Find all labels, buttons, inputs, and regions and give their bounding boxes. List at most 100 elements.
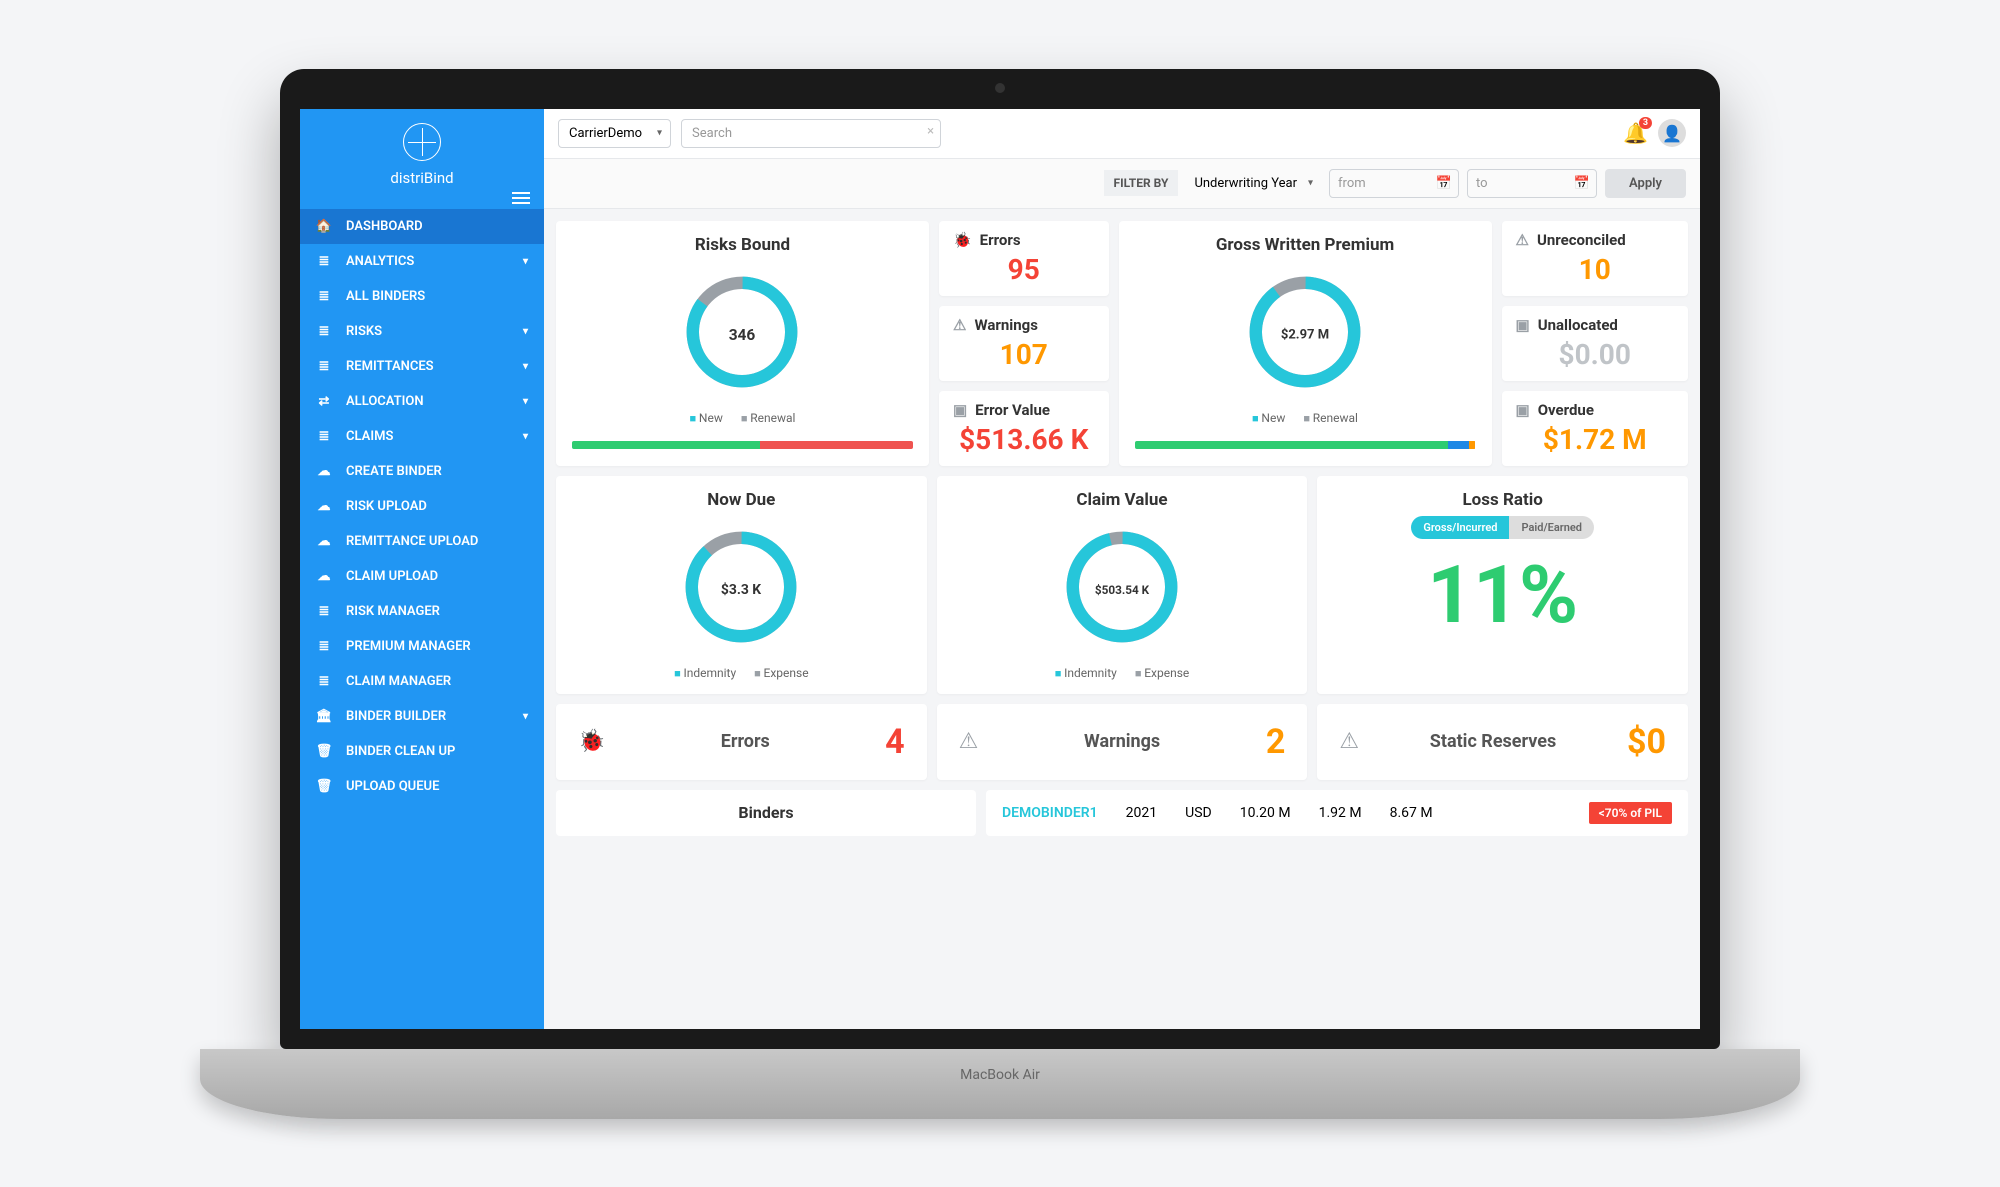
now-due-card: Now Due $3.3 K IndemnityExpense — [556, 476, 927, 694]
sidebar-item-binder-clean-up[interactable]: 🗑BINDER CLEAN UP — [300, 734, 544, 769]
nav-list: 🏠DASHBOARD≣ANALYTICS▾≣ALL BINDERS≣RISKS▾… — [300, 209, 544, 804]
sidebar-item-claims[interactable]: ≣ CLAIMS ▾ — [300, 419, 544, 454]
progress-bar — [1135, 441, 1476, 449]
overdue-card[interactable]: ▣Overdue $1.72 M — [1502, 391, 1689, 466]
screen-bezel: distriBind 🏠DASHBOARD≣ANALYTICS▾≣ALL BIN… — [280, 69, 1720, 1049]
nav-icon: 🗑 — [316, 779, 332, 794]
sidebar-item-upload-queue[interactable]: 🗑 UPLOAD QUEUE — [300, 769, 544, 804]
nav-label: CLAIM MANAGER — [346, 674, 451, 689]
avatar[interactable]: 👤 — [1658, 119, 1686, 147]
brand-name: distriBind — [300, 169, 544, 187]
menu-toggle-icon[interactable] — [300, 193, 544, 209]
sidebar-item-dashboard[interactable]: 🏠DASHBOARD — [300, 209, 544, 244]
laptop-model: MacBook Air — [960, 1067, 1040, 1083]
warning-icon: ⚠ — [959, 729, 979, 754]
warnings-value: 107 — [953, 338, 1095, 371]
apply-button[interactable]: Apply — [1605, 169, 1686, 198]
filter-bar: FILTER BY Underwriting Year ▾ from 📅 to … — [544, 159, 1700, 209]
nav-icon: ☁ — [316, 464, 332, 479]
errors-value: 95 — [953, 253, 1095, 286]
loss-ratio-value: 11% — [1333, 555, 1672, 635]
nav-label: ALL BINDERS — [346, 289, 425, 304]
clear-icon[interactable]: × — [927, 124, 934, 139]
sidebar-item-remittance-upload[interactable]: ☁REMITTANCE UPLOAD — [300, 524, 544, 559]
legend: New Renewal — [572, 411, 913, 425]
sidebar: distriBind 🏠DASHBOARD≣ANALYTICS▾≣ALL BIN… — [300, 109, 544, 1029]
sidebar-item-create-binder[interactable]: ☁CREATE BINDER — [300, 454, 544, 489]
calendar-icon: 📅 — [1436, 176, 1452, 191]
errors-card[interactable]: 🐞Errors 95 — [939, 221, 1109, 296]
nav-icon: ≣ — [316, 289, 332, 304]
nav-icon: ≣ — [316, 639, 332, 654]
sidebar-item-remittances[interactable]: ≣REMITTANCES▾ — [300, 349, 544, 384]
sidebar-item-all-binders[interactable]: ≣ ALL BINDERS — [300, 279, 544, 314]
sidebar-item-allocation[interactable]: ⇄ALLOCATION▾ — [300, 384, 544, 419]
sidebar-item-risk-upload[interactable]: ☁RISK UPLOAD — [300, 489, 544, 524]
nav-icon: ≣ — [316, 254, 332, 269]
binder-link[interactable]: DEMOBINDER1 — [1002, 805, 1098, 821]
gwp-card: Gross Written Premium $2.97 M New — [1119, 221, 1492, 466]
binder-list-item[interactable]: DEMOBINDER1 2021 USD 10.20 M 1.92 M 8.67… — [986, 790, 1688, 836]
nav-icon: 🏠 — [316, 219, 332, 234]
unallocated-card[interactable]: ▣Unallocated $0.00 — [1502, 306, 1689, 381]
date-from-input[interactable]: from 📅 — [1329, 169, 1459, 198]
legend: New Renewal — [1135, 411, 1476, 425]
chevron-down-icon: ▾ — [523, 431, 528, 442]
nav-icon: ≣ — [316, 674, 332, 689]
warning-icon: ⚠ — [953, 316, 966, 334]
tenant-select[interactable]: CarrierDemo ▾ — [558, 119, 671, 148]
chevron-down-icon: ▾ — [657, 128, 662, 139]
sidebar-item-risks[interactable]: ≣RISKS▾ — [300, 314, 544, 349]
notifications-button[interactable]: 🔔 3 — [1623, 121, 1648, 145]
nav-icon: 🏛 — [316, 709, 332, 724]
nav-icon: ☁ — [316, 569, 332, 584]
summary-errors[interactable]: 🐞 Errors 4 — [556, 704, 927, 780]
sidebar-item-binder-builder[interactable]: 🏛BINDER BUILDER▾ — [300, 699, 544, 734]
sidebar-item-risk-manager[interactable]: ≣ RISK MANAGER — [300, 594, 544, 629]
sidebar-item-premium-manager[interactable]: ≣PREMIUM MANAGER — [300, 629, 544, 664]
nav-icon: 🗑 — [316, 744, 332, 759]
svg-text:$503.54 K: $503.54 K — [1095, 583, 1150, 597]
sidebar-item-analytics[interactable]: ≣ANALYTICS▾ — [300, 244, 544, 279]
nav-label: CLAIMS — [346, 429, 393, 444]
nav-label: RISKS — [346, 324, 382, 339]
user-icon: 👤 — [1662, 124, 1682, 143]
svg-text:$2.97 M: $2.97 M — [1281, 327, 1329, 342]
error-value-card[interactable]: ▣Error Value $513.66 K — [939, 391, 1109, 466]
unreconciled-card[interactable]: ⚠Unreconciled 10 — [1502, 221, 1689, 296]
binders-row: Binders DEMOBINDER1 2021 USD 10.20 M 1.9… — [556, 790, 1688, 836]
warning-icon: ⚠ — [1516, 231, 1529, 249]
nav-icon: ☁ — [316, 534, 332, 549]
search-placeholder: Search — [692, 126, 732, 141]
search-input[interactable]: Search × — [681, 119, 941, 148]
overdue-value: $1.72 M — [1516, 423, 1675, 456]
main-panel: CarrierDemo ▾ Search × 🔔 3 👤 — [544, 109, 1700, 1029]
filter-selector[interactable]: Underwriting Year ▾ — [1186, 170, 1321, 197]
summary-warnings[interactable]: ⚠ Warnings 2 — [937, 704, 1308, 780]
warnings-card[interactable]: ⚠Warnings 107 — [939, 306, 1109, 381]
money-icon: ▣ — [953, 401, 967, 419]
chevron-down-icon: ▾ — [523, 711, 528, 722]
summary-reserves[interactable]: ⚠ Static Reserves $0 — [1317, 704, 1688, 780]
nav-label: ALLOCATION — [346, 394, 424, 409]
bug-icon: 🐞 — [953, 231, 972, 249]
nav-label: RISK MANAGER — [346, 604, 440, 619]
sidebar-item-claim-upload[interactable]: ☁CLAIM UPLOAD — [300, 559, 544, 594]
sidebar-item-claim-manager[interactable]: ≣ CLAIM MANAGER — [300, 664, 544, 699]
risks-bound-card: Risks Bound 346 New Renewal — [556, 221, 929, 466]
loss-ratio-card: Loss Ratio Gross/Incurred Paid/Earned 11… — [1317, 476, 1688, 694]
nav-icon: ≣ — [316, 429, 332, 444]
nav-icon: ≣ — [316, 359, 332, 374]
chevron-down-icon: ▾ — [523, 326, 528, 337]
unallocated-value: $0.00 — [1516, 338, 1675, 371]
chevron-down-icon: ▾ — [1308, 178, 1313, 189]
nav-label: UPLOAD QUEUE — [346, 779, 439, 794]
unreconciled-value: 10 — [1516, 253, 1675, 286]
nav-icon: ≣ — [316, 604, 332, 619]
bug-icon: 🐞 — [578, 729, 605, 754]
loss-ratio-toggle[interactable]: Gross/Incurred Paid/Earned — [1411, 516, 1594, 539]
kpi-row-2: Now Due $3.3 K IndemnityExpense Claim Va… — [556, 476, 1688, 694]
pil-badge: <70% of PIL — [1589, 802, 1672, 824]
card-title: Gross Written Premium — [1135, 235, 1476, 255]
date-to-input[interactable]: to 📅 — [1467, 169, 1597, 198]
